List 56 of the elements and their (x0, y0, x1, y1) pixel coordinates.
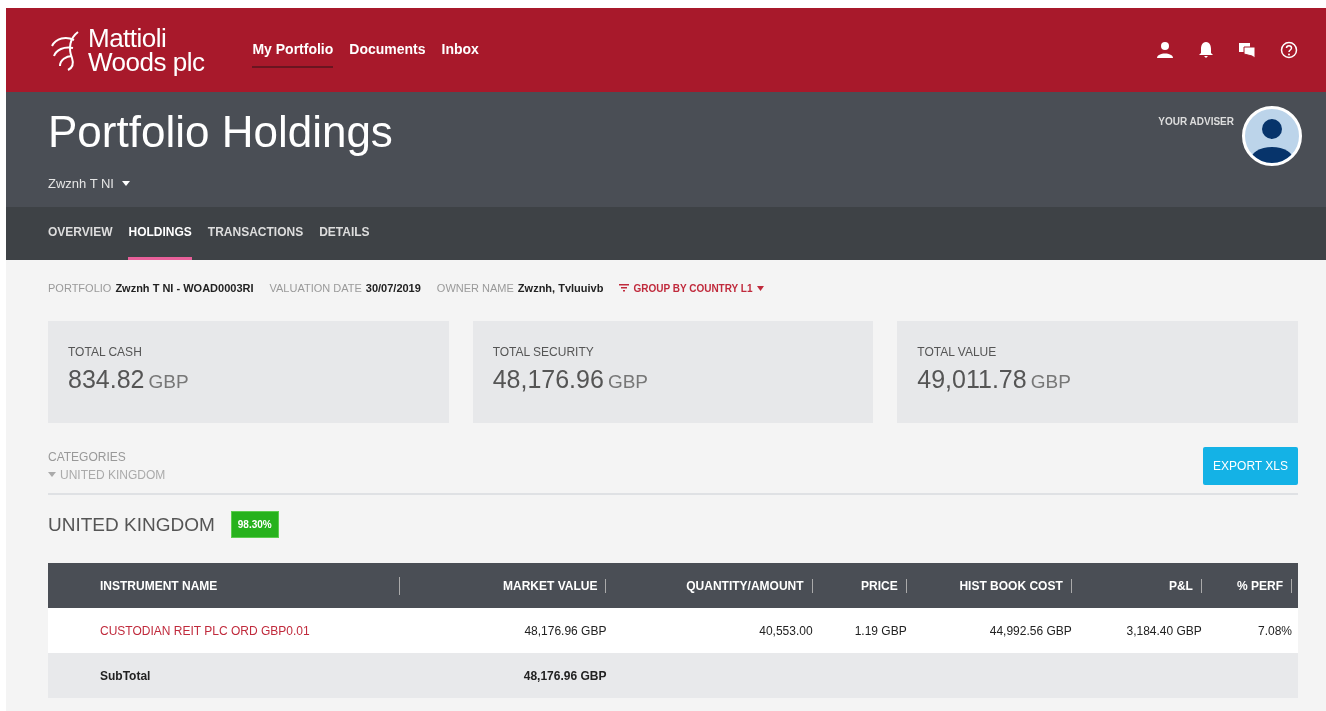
nav-link[interactable]: Documents (349, 32, 426, 68)
column-header[interactable]: % PERF (1207, 563, 1298, 608)
group-by-dropdown[interactable]: GROUP BY COUNTRY L1 (619, 280, 764, 296)
tab[interactable]: HOLDINGS (128, 207, 192, 260)
adviser-avatar[interactable] (1242, 106, 1302, 166)
portfolio-selector[interactable]: Zwznh T NI (48, 174, 130, 194)
caret-icon (48, 472, 56, 477)
info-value: Zwznh, Tvluuivb (517, 281, 604, 296)
card-amount: 49,011.78 (917, 363, 1027, 395)
column-header[interactable]: HIST BOOK COST (912, 563, 1078, 608)
column-header[interactable]: QUANTITY/AMOUNT (612, 563, 819, 608)
caret-icon (756, 285, 764, 291)
table-cell: 7.08% (1257, 623, 1292, 638)
tab[interactable]: OVERVIEW (48, 207, 113, 260)
brand-name: Mattioli (88, 26, 168, 50)
currency-label: GBP (607, 369, 648, 394)
card-amount: 834.82 (68, 363, 145, 395)
nav-link[interactable]: Inbox (441, 32, 479, 68)
chat-icon[interactable] (1238, 41, 1256, 59)
card-label: TOTAL SECURITY (492, 343, 595, 361)
column-header[interactable]: P&L (1077, 563, 1208, 608)
section-title: UNITED KINGDOM (48, 512, 215, 537)
adviser-label: YOUR ADVISER (1158, 115, 1234, 129)
brand-name: Woods plc (88, 50, 205, 74)
table-cell: 40,553.00 (759, 623, 813, 638)
tab[interactable]: TRANSACTIONS (207, 207, 304, 260)
column-header[interactable]: INSTRUMENT NAME (48, 563, 411, 608)
currency-label: GBP (148, 369, 189, 394)
user-icon[interactable] (1156, 41, 1174, 59)
info-value: Zwznh T NI - WOAD0003RI (115, 281, 254, 296)
page-title: Portfolio Holdings (48, 106, 393, 158)
instrument-link[interactable]: CUSTODIAN REIT PLC ORD GBP0.01 (100, 623, 310, 638)
table-cell: 3,184.40 GBP (1126, 623, 1202, 638)
subtotal-label: SubTotal (100, 668, 151, 683)
card-label: TOTAL CASH (68, 343, 143, 361)
nav-link[interactable]: My Portfolio (252, 32, 334, 68)
table-cell: 44,992.56 GBP (989, 623, 1072, 638)
info-value: 30/07/2019 (365, 281, 421, 296)
column-header[interactable]: PRICE (818, 563, 913, 608)
filter-icon (619, 284, 630, 293)
table-cell: 48,176.96 GBP (523, 668, 607, 683)
card-amount: 48,176.96 (492, 363, 604, 395)
caret-icon (122, 181, 130, 187)
column-header[interactable]: MARKET VALUE (410, 563, 613, 608)
info-label: OWNER NAME (436, 281, 514, 296)
info-label: PORTFOLIO (48, 281, 112, 296)
info-label: VALUATION DATE (269, 281, 362, 296)
bell-icon[interactable] (1198, 41, 1214, 59)
table-cell: 1.19 GBP (854, 623, 907, 638)
tab[interactable]: DETAILS (319, 207, 370, 260)
currency-label: GBP (1030, 369, 1071, 394)
card-label: TOTAL VALUE (917, 343, 998, 361)
percentage-badge: 98.30% (230, 511, 279, 539)
help-icon[interactable] (1280, 41, 1298, 59)
table-cell: 48,176.96 GBP (524, 623, 607, 638)
categories-label: CATEGORIES (48, 448, 127, 466)
